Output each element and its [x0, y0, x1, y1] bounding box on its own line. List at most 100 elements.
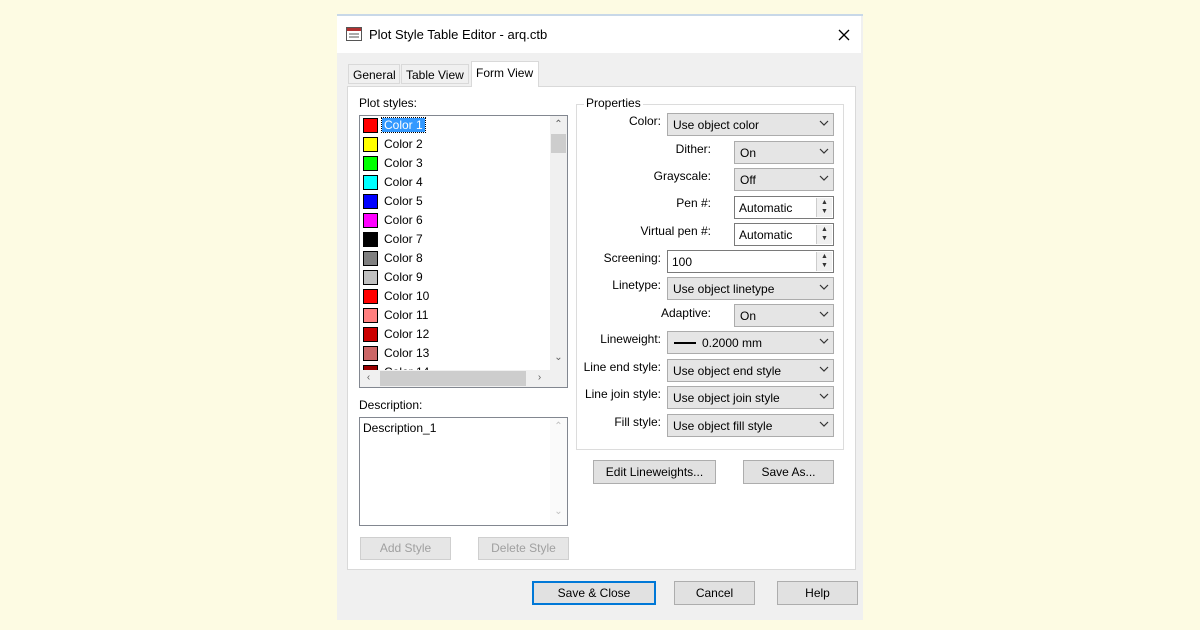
help-button[interactable]: Help — [777, 581, 858, 605]
color-label: Color: — [628, 114, 661, 128]
chevron-down-icon — [819, 284, 829, 290]
color-swatch — [363, 213, 378, 228]
adaptive-label: Adaptive: — [660, 306, 711, 320]
list-item[interactable]: Color 11 — [362, 306, 547, 325]
scroll-down-icon[interactable]: ⌄ — [550, 506, 567, 517]
properties-label: Properties — [584, 96, 643, 110]
fill-style-select[interactable]: Use object fill style — [667, 414, 834, 437]
description-field[interactable]: Description_1 ⌃ ⌄ — [359, 417, 568, 526]
close-icon[interactable] — [827, 16, 861, 53]
virtual-pen-spin-buttons[interactable]: ▲ ▼ — [816, 225, 832, 244]
virtual-pen-stepper[interactable]: Automatic ▲ ▼ — [734, 223, 834, 246]
scroll-up-icon[interactable]: ⌃ — [550, 421, 567, 432]
adaptive-select[interactable]: On — [734, 304, 834, 327]
screening-spin-buttons[interactable]: ▲ ▼ — [816, 252, 832, 271]
pen-spin-buttons[interactable]: ▲ ▼ — [816, 198, 832, 217]
spin-down-icon[interactable]: ▼ — [817, 261, 832, 270]
list-item-label: Color 10 — [384, 289, 430, 303]
color-swatch — [363, 251, 378, 266]
list-item-label: Color 2 — [384, 137, 423, 151]
linetype-value: Use object linetype — [673, 282, 775, 296]
grayscale-select[interactable]: Off — [734, 168, 834, 191]
fill-style-value: Use object fill style — [673, 419, 773, 433]
add-style-button[interactable]: Add Style — [360, 537, 451, 560]
chevron-down-icon — [819, 175, 829, 181]
tab-form-view[interactable]: Form View — [471, 61, 539, 87]
color-swatch — [363, 270, 378, 285]
pen-stepper[interactable]: Automatic ▲ ▼ — [734, 196, 834, 219]
edit-lineweights-button[interactable]: Edit Lineweights... — [593, 460, 716, 484]
list-item[interactable]: Color 1 — [362, 116, 547, 135]
color-swatch — [363, 289, 378, 304]
description-label: Description: — [359, 398, 423, 412]
screening-label: Screening: — [603, 251, 661, 265]
tab-table-view[interactable]: Table View — [401, 64, 469, 84]
vertical-scrollbar[interactable]: ⌃ ⌄ — [550, 116, 567, 371]
list-item[interactable]: Color 3 — [362, 154, 547, 173]
virtual-pen-label: Virtual pen #: — [640, 224, 712, 238]
linetype-label: Linetype: — [612, 278, 661, 292]
save-as-button[interactable]: Save As... — [743, 460, 834, 484]
cancel-button[interactable]: Cancel — [674, 581, 755, 605]
color-swatch — [363, 232, 378, 247]
scroll-down-icon[interactable]: ⌄ — [550, 352, 567, 363]
window-title: Plot Style Table Editor - arq.ctb — [369, 27, 548, 42]
color-swatch — [363, 327, 378, 342]
fill-style-label: Fill style: — [614, 415, 661, 429]
spin-up-icon[interactable]: ▲ — [817, 252, 832, 261]
dither-label: Dither: — [675, 142, 711, 156]
list-item[interactable]: Color 8 — [362, 249, 547, 268]
description-text: Description_1 — [363, 421, 437, 435]
line-end-style-select[interactable]: Use object end style — [667, 359, 834, 382]
spin-up-icon[interactable]: ▲ — [817, 198, 832, 207]
scroll-left-icon[interactable]: ‹ — [360, 372, 377, 383]
list-item[interactable]: Color 13 — [362, 344, 547, 363]
spin-down-icon[interactable]: ▼ — [817, 234, 832, 243]
list-item[interactable]: Color 6 — [362, 211, 547, 230]
dither-value: On — [740, 146, 757, 160]
lineweight-value: 0.2000 mm — [702, 336, 763, 350]
list-item[interactable]: Color 7 — [362, 230, 547, 249]
scroll-up-icon[interactable]: ⌃ — [550, 119, 567, 130]
virtual-pen-value: Automatic — [739, 228, 793, 242]
list-item-label: Color 6 — [384, 213, 423, 227]
list-item[interactable]: Color 10 — [362, 287, 547, 306]
lineweight-select[interactable]: 0.2000 mm — [667, 331, 834, 354]
scroll-right-icon[interactable]: › — [531, 372, 548, 383]
horizontal-scrollbar[interactable]: ‹ › — [360, 370, 550, 387]
color-swatch — [363, 175, 378, 190]
list-item[interactable]: Color 4 — [362, 173, 547, 192]
line-join-style-select[interactable]: Use object join style — [667, 386, 834, 409]
list-item[interactable]: Color 12 — [362, 325, 547, 344]
linetype-select[interactable]: Use object linetype — [667, 277, 834, 300]
delete-style-button[interactable]: Delete Style — [478, 537, 569, 560]
spin-down-icon[interactable]: ▼ — [817, 207, 832, 216]
color-select[interactable]: Use object color — [667, 113, 834, 136]
color-swatch — [363, 194, 378, 209]
chevron-down-icon — [819, 393, 829, 399]
plot-styles-label: Plot styles: — [359, 96, 418, 110]
list-item[interactable]: Color 5 — [362, 192, 547, 211]
pen-value: Automatic — [739, 201, 793, 215]
color-swatch — [363, 308, 378, 323]
chevron-down-icon — [819, 148, 829, 154]
scroll-thumb[interactable] — [551, 134, 566, 153]
list-item[interactable]: Color 9 — [362, 268, 547, 287]
plot-style-dialog: Plot Style Table Editor - arq.ctb Genera… — [337, 14, 863, 620]
chevron-down-icon — [819, 421, 829, 427]
plot-styles-list[interactable]: Color 1 Color 2 Color 3 Color 4 Color 5 … — [359, 115, 568, 388]
chevron-down-icon — [819, 311, 829, 317]
list-item-label: Color 4 — [384, 175, 423, 189]
save-close-button[interactable]: Save & Close — [532, 581, 656, 605]
tab-general[interactable]: General — [348, 64, 400, 84]
hscroll-thumb[interactable] — [380, 371, 526, 386]
dither-select[interactable]: On — [734, 141, 834, 164]
spin-up-icon[interactable]: ▲ — [817, 225, 832, 234]
list-item-label: Color 5 — [384, 194, 423, 208]
line-end-style-label: Line end style: — [583, 360, 661, 374]
description-scrollbar[interactable]: ⌃ ⌄ — [550, 418, 567, 525]
chevron-down-icon — [819, 120, 829, 126]
screening-value: 100 — [672, 255, 693, 269]
list-item[interactable]: Color 2 — [362, 135, 547, 154]
screening-stepper[interactable]: 100 ▲ ▼ — [667, 250, 834, 273]
